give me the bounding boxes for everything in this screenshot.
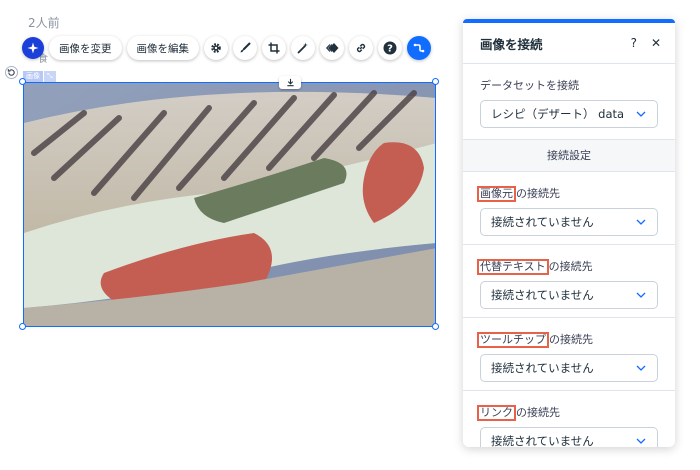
chevron-down-icon xyxy=(635,362,647,374)
dropdown-value: 接続されていません xyxy=(491,361,594,375)
resize-handle-top-left[interactable] xyxy=(19,78,26,85)
panel-help-button[interactable]: ? xyxy=(631,36,637,50)
connection-settings-header: 接続設定 xyxy=(463,139,675,172)
element-tag-name: 画像 xyxy=(23,71,43,82)
settings-button[interactable] xyxy=(204,36,228,60)
image-toolbar: 画像を変更 画像を編集 ? xyxy=(22,35,431,61)
selected-image[interactable] xyxy=(23,82,436,327)
download-icon xyxy=(286,78,294,87)
rotate-icon xyxy=(7,69,15,76)
link-connection: リンク の接続先 接続されていません xyxy=(463,391,675,447)
connection-label-rest: の接続先 xyxy=(549,333,593,346)
change-image-button[interactable]: 画像を変更 xyxy=(49,36,122,60)
svg-text:?: ? xyxy=(387,44,393,55)
connection-label: 代替テキスト の接続先 xyxy=(477,259,658,275)
connection-label-rest: の接続先 xyxy=(516,187,560,200)
dropdown-value: 接続されていません xyxy=(491,288,594,302)
animation-button[interactable] xyxy=(320,36,344,60)
chevron-down-icon xyxy=(635,216,647,228)
alt-text-connection: 代替テキスト の接続先 接続されていません xyxy=(463,245,675,318)
element-tag-icon: ⤡ xyxy=(44,71,56,82)
image-source-dropdown[interactable]: 接続されていません xyxy=(480,208,658,236)
dropdown-value: 接続されていません xyxy=(491,215,594,229)
rotate-button[interactable] xyxy=(5,66,18,79)
dropdown-value: 接続されていません xyxy=(491,434,594,447)
crop-icon xyxy=(268,42,280,54)
connection-label-rest: の接続先 xyxy=(548,260,593,273)
dataset-dropdown-value: レシピ（デザート） data xyxy=(491,107,625,121)
connect-data-button[interactable] xyxy=(407,36,431,60)
animation-icon xyxy=(325,43,338,53)
connect-icon xyxy=(413,43,425,53)
resize-handle-bottom-left[interactable] xyxy=(19,323,26,330)
ai-assistant-button[interactable] xyxy=(22,37,44,59)
crop-button[interactable] xyxy=(262,36,286,60)
image-source-connection: 画像元 の接続先 接続されていません xyxy=(463,172,675,245)
connection-label: 画像元 の接続先 xyxy=(477,186,658,202)
panel-header: 画像を接続 ? ✕ xyxy=(463,23,675,64)
link-dropdown[interactable]: 接続されていません xyxy=(480,427,658,447)
question-icon: ? xyxy=(383,41,397,55)
tooltip-connection: ツールチップ の接続先 接続されていません xyxy=(463,318,675,391)
highlight-box: 代替テキスト xyxy=(477,259,549,275)
panel-title: 画像を接続 xyxy=(480,36,543,52)
help-button[interactable]: ? xyxy=(378,36,402,60)
connect-image-panel: 画像を接続 ? ✕ データセットを接続 レシピ（デザート） data 接続設定 … xyxy=(463,19,675,447)
tooltip-dropdown[interactable]: 接続されていません xyxy=(480,354,658,382)
brush-icon xyxy=(240,42,251,53)
resize-handle-bottom-right[interactable] xyxy=(432,323,439,330)
gear-icon xyxy=(211,43,221,53)
time-label: 2人前 xyxy=(28,16,60,30)
chevron-down-icon xyxy=(635,435,647,447)
dataset-dropdown[interactable]: レシピ（デザート） data xyxy=(480,100,658,128)
design-button[interactable] xyxy=(233,36,257,60)
chevron-down-icon xyxy=(635,289,647,301)
panel-close-button[interactable]: ✕ xyxy=(651,36,661,50)
stretch-button[interactable] xyxy=(279,76,301,89)
link-button[interactable] xyxy=(349,36,373,60)
connection-label: ツールチップ の接続先 xyxy=(477,332,658,348)
dataset-section: データセットを接続 レシピ（デザート） data xyxy=(463,64,675,139)
highlight-box: ツールチップ xyxy=(477,332,549,348)
panini-photo xyxy=(24,83,435,326)
effects-button[interactable] xyxy=(291,36,315,60)
highlight-box: リンク xyxy=(477,405,516,421)
sparkle-icon xyxy=(27,42,39,54)
connection-label-rest: の接続先 xyxy=(516,406,560,419)
link-icon xyxy=(356,43,366,53)
resize-handle-top-right[interactable] xyxy=(432,78,439,85)
connection-label: リンク の接続先 xyxy=(477,405,658,421)
dataset-label: データセットを接続 xyxy=(480,79,579,92)
alt-text-dropdown[interactable]: 接続されていません xyxy=(480,281,658,309)
element-tag: 画像 ⤡ xyxy=(23,71,56,82)
magic-wand-icon xyxy=(297,42,308,54)
chevron-down-icon xyxy=(635,108,647,120)
highlight-box: 画像元 xyxy=(477,186,516,202)
edit-image-button[interactable]: 画像を編集 xyxy=(126,36,199,60)
